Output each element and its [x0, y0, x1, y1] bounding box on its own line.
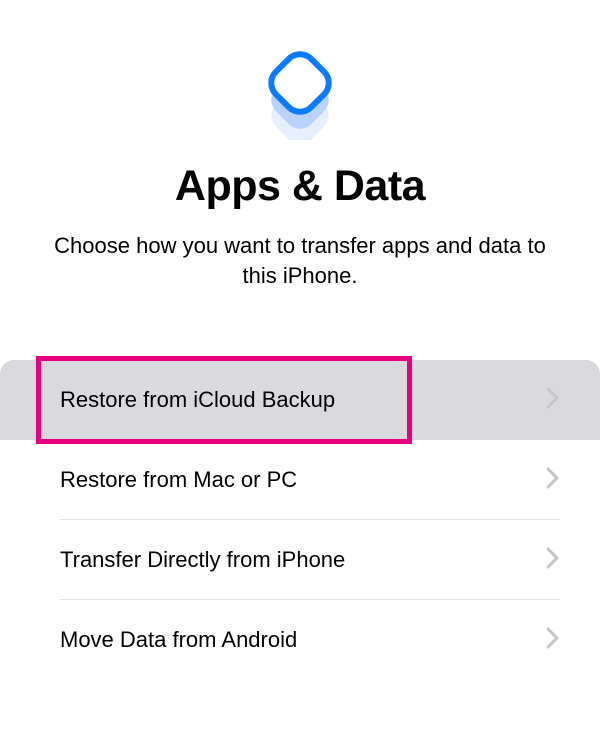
page-title: Apps & Data	[175, 162, 425, 211]
page-subtitle: Choose how you want to transfer apps and…	[40, 231, 560, 290]
options-list: Restore from iCloud Backup Restore from …	[0, 360, 600, 680]
apps-data-stack-icon	[245, 30, 355, 140]
option-label: Restore from Mac or PC	[60, 467, 297, 493]
option-move-android[interactable]: Move Data from Android	[0, 600, 600, 680]
option-label: Move Data from Android	[60, 627, 297, 653]
apps-data-screen: Apps & Data Choose how you want to trans…	[0, 0, 600, 736]
chevron-right-icon	[546, 547, 560, 574]
option-label: Restore from iCloud Backup	[60, 387, 335, 413]
option-label: Transfer Directly from iPhone	[60, 547, 345, 573]
chevron-right-icon	[546, 467, 560, 494]
option-restore-icloud[interactable]: Restore from iCloud Backup	[0, 360, 600, 440]
chevron-right-icon	[546, 627, 560, 654]
option-restore-mac-pc[interactable]: Restore from Mac or PC	[0, 440, 600, 520]
chevron-right-icon	[546, 387, 560, 414]
option-transfer-iphone[interactable]: Transfer Directly from iPhone	[0, 520, 600, 600]
